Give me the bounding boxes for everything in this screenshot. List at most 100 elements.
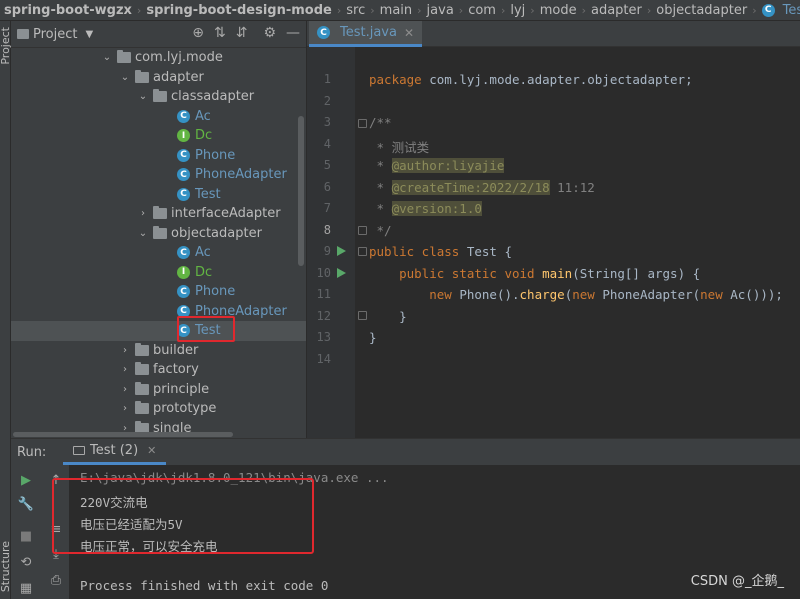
doc-tag: @version:1.0 bbox=[391, 201, 482, 216]
breadcrumb-item[interactable]: com bbox=[468, 3, 496, 18]
tree-node-label: com.lyj.mode bbox=[135, 50, 223, 66]
chevron-right-icon[interactable]: › bbox=[137, 208, 149, 219]
run-main-icon[interactable] bbox=[337, 267, 346, 278]
doc-tag: @createTime:2022/2/18 bbox=[391, 179, 550, 195]
run-tab[interactable]: Test (2) ✕ bbox=[63, 439, 167, 465]
breadcrumb-item[interactable]: spring-boot-design-mode bbox=[146, 3, 332, 18]
code-line: package com.lyj.mode.adapter.objectadapt… bbox=[369, 72, 693, 87]
breadcrumb-item[interactable]: src bbox=[346, 3, 365, 18]
breadcrumb-item[interactable]: objectadapter bbox=[656, 3, 747, 18]
doc-tag: @author:liyajie bbox=[391, 158, 505, 173]
chevron-down-icon[interactable]: ⌄ bbox=[137, 91, 149, 102]
line-number: 4 bbox=[323, 136, 331, 151]
editor-tab-label: Test.java bbox=[340, 25, 397, 40]
watermark: CSDN @_企鹅_ bbox=[690, 574, 784, 589]
restore-layout-icon[interactable]: ⟲ bbox=[19, 555, 33, 570]
keyword: public static void bbox=[399, 265, 535, 281]
stop-icon[interactable]: ■ bbox=[19, 529, 33, 544]
chevron-right-icon[interactable]: › bbox=[119, 364, 131, 375]
code-line: */ bbox=[369, 222, 392, 238]
run-tab-label: Test (2) bbox=[90, 443, 139, 458]
chevron-right-icon: › bbox=[500, 3, 506, 17]
tree-node[interactable]: › builder bbox=[11, 341, 306, 361]
chevron-down-icon[interactable]: ⌄ bbox=[101, 52, 113, 63]
chevron-down-icon[interactable]: ⌄ bbox=[137, 228, 149, 239]
tree-node[interactable]: C PhoneAdapter bbox=[11, 165, 306, 185]
chevron-down-icon[interactable]: ▼ bbox=[85, 29, 93, 40]
tree-node[interactable]: › principle bbox=[11, 380, 306, 400]
code-editor: C Test.java ✕ 1 2 3 4 5 6 7 8 9 10 11 12… bbox=[307, 21, 800, 438]
project-panel-title[interactable]: Project bbox=[33, 27, 77, 42]
breadcrumb-item[interactable]: lyj bbox=[510, 3, 525, 18]
tree-node-selected[interactable]: C Test bbox=[11, 321, 306, 341]
breadcrumb-current[interactable]: C Test bbox=[761, 3, 800, 18]
horizontal-scrollbar[interactable] bbox=[13, 432, 233, 437]
tree-node[interactable]: › prototype bbox=[11, 399, 306, 419]
breadcrumb-item[interactable]: mode bbox=[540, 3, 577, 18]
rerun-icon[interactable]: ▶ bbox=[19, 473, 33, 488]
keyword: public class bbox=[369, 244, 460, 259]
close-icon[interactable]: ✕ bbox=[404, 26, 414, 40]
tree-node[interactable]: C PhoneAdapter bbox=[11, 302, 306, 322]
tree-node[interactable]: C Ac bbox=[11, 107, 306, 127]
project-view-icon bbox=[17, 29, 29, 39]
chevron-right-icon[interactable]: › bbox=[119, 403, 131, 414]
run-class-icon[interactable] bbox=[337, 246, 346, 256]
target-icon[interactable]: ⊕ bbox=[192, 25, 204, 41]
highlight-box bbox=[52, 478, 314, 554]
code-area[interactable]: package com.lyj.mode.adapter.objectadapt… bbox=[355, 47, 800, 438]
tree-node[interactable]: ⌄ objectadapter bbox=[11, 224, 306, 244]
line-number: 10 bbox=[316, 265, 331, 280]
run-panel-header: Run: Test (2) ✕ bbox=[11, 439, 800, 465]
package-icon bbox=[135, 69, 149, 83]
tree-node-label: adapter bbox=[153, 69, 204, 85]
tree-node[interactable]: C Phone bbox=[11, 282, 306, 302]
tree-node[interactable]: ⌄ adapter bbox=[11, 68, 306, 88]
line-number: 6 bbox=[323, 179, 331, 194]
tree-node[interactable]: C Test bbox=[11, 185, 306, 205]
print-icon[interactable]: ⎙ bbox=[49, 573, 63, 588]
chevron-right-icon: › bbox=[417, 3, 422, 17]
vertical-scrollbar[interactable] bbox=[298, 116, 304, 266]
editor-tab[interactable]: C Test.java ✕ bbox=[309, 21, 423, 47]
code-text: com.lyj.mode.adapter.objectadapter; bbox=[421, 72, 693, 87]
editor-tab-bar: C Test.java ✕ bbox=[307, 21, 800, 47]
tree-node-label: Phone bbox=[195, 284, 236, 300]
code-line: new Phone().charge(new PhoneAdapter(new … bbox=[369, 287, 783, 302]
interface-icon: I bbox=[177, 129, 190, 143]
tree-node[interactable]: › factory bbox=[11, 360, 306, 380]
chevron-right-icon: › bbox=[646, 3, 652, 17]
tree-node[interactable]: ⌄ classadapter bbox=[11, 87, 306, 107]
chevron-right-icon: › bbox=[336, 3, 342, 17]
breadcrumb-item[interactable]: spring-boot-wgzx bbox=[4, 3, 132, 18]
gear-icon[interactable]: ⚙ bbox=[263, 25, 276, 41]
line-number: 13 bbox=[316, 330, 331, 344]
tree-node[interactable]: C Ac bbox=[11, 243, 306, 263]
chevron-down-icon[interactable]: ⌄ bbox=[119, 72, 131, 83]
breadcrumb-item[interactable]: adapter bbox=[591, 3, 642, 18]
collapse-all-icon[interactable]: ⇅ bbox=[214, 25, 226, 41]
line-number: 3 bbox=[323, 115, 331, 129]
tree-node[interactable]: ⌄ com.lyj.mode bbox=[11, 48, 306, 68]
breadcrumb-item[interactable]: java bbox=[427, 3, 454, 18]
class-icon: C bbox=[177, 285, 190, 299]
layout-icon[interactable]: ▦ bbox=[19, 581, 33, 596]
chevron-right-icon[interactable]: › bbox=[119, 384, 131, 395]
class-icon: C bbox=[177, 148, 190, 162]
tree-node[interactable]: I Dc bbox=[11, 263, 306, 283]
expand-all-icon[interactable]: ⇵ bbox=[236, 25, 248, 41]
console-exit-line: Process finished with exit code 0 bbox=[80, 578, 329, 593]
chevron-right-icon[interactable]: › bbox=[119, 345, 131, 356]
tree-node[interactable]: C Phone bbox=[11, 146, 306, 166]
tree-node[interactable]: I Dc bbox=[11, 126, 306, 146]
minimize-icon[interactable]: — bbox=[286, 25, 300, 41]
chevron-right-icon: › bbox=[752, 3, 757, 17]
wrench-icon[interactable]: 🔧 bbox=[18, 497, 34, 512]
tree-node-label: factory bbox=[153, 362, 199, 378]
tree-node-label: builder bbox=[153, 342, 199, 358]
close-icon[interactable]: ✕ bbox=[147, 444, 156, 457]
breadcrumb-item[interactable]: main bbox=[380, 3, 412, 18]
package-icon bbox=[117, 50, 131, 64]
tree-node[interactable]: › interfaceAdapter bbox=[11, 204, 306, 224]
